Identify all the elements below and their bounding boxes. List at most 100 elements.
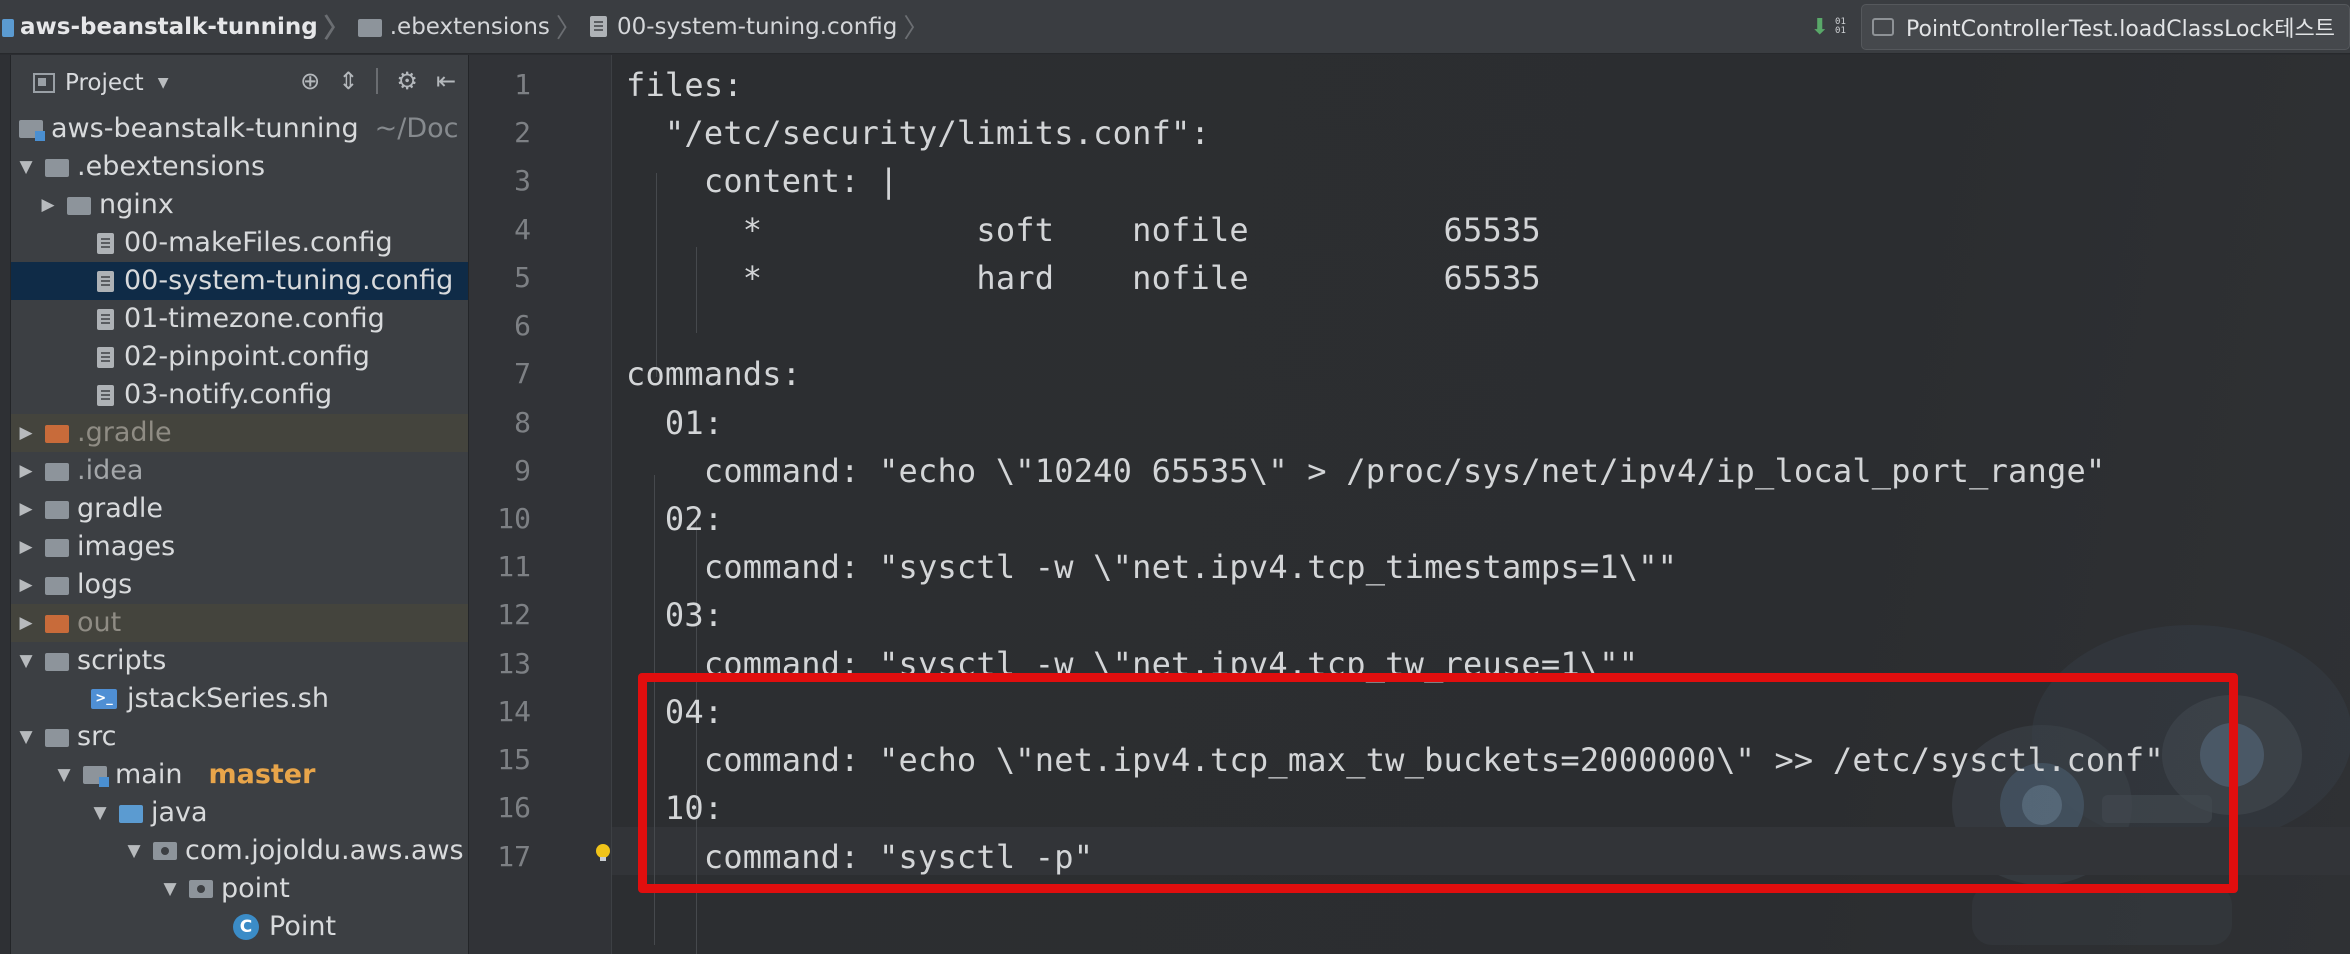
tree-item-point-package[interactable]: ▼ point bbox=[11, 870, 468, 908]
folder-icon bbox=[45, 653, 69, 671]
tree-item-label: gradle bbox=[77, 493, 164, 524]
project-panel-header: Project ▼ ⊕ ⇕ ⚙ ⇤ bbox=[11, 55, 468, 110]
expand-right-icon[interactable]: ▶ bbox=[15, 528, 37, 566]
code-line[interactable]: command: "echo \"10240 65535\" > /proc/s… bbox=[626, 447, 2105, 495]
binary-icon: 0101 bbox=[1835, 17, 1846, 36]
module-icon bbox=[19, 120, 45, 141]
expand-down-icon[interactable]: ▼ bbox=[15, 148, 37, 186]
expand-down-icon[interactable]: ▼ bbox=[123, 832, 145, 870]
chevron-right-icon: 〉 bbox=[323, 14, 350, 44]
tree-item-src[interactable]: ▼ src bbox=[11, 718, 468, 756]
run-configuration-selector[interactable]: PointControllerTest.loadClassLock테스트 bbox=[1861, 4, 2350, 50]
collapse-all-icon[interactable]: ⇕ bbox=[338, 67, 358, 95]
code-editor[interactable]: files: "/etc/security/limits.conf": cont… bbox=[612, 55, 2350, 954]
tree-item-main[interactable]: ▼ main master bbox=[11, 756, 468, 794]
tree-item-logs[interactable]: ▶ logs bbox=[11, 566, 468, 604]
line-number: 11 bbox=[497, 550, 531, 584]
tree-item-project-root[interactable]: aws-beanstalk-tunning ~/Doc bbox=[11, 110, 468, 148]
caret-down-icon[interactable]: ▼ bbox=[158, 75, 169, 91]
line-number: 9 bbox=[514, 453, 531, 487]
tree-item-file[interactable]: 01-timezone.config bbox=[11, 300, 468, 338]
tree-item-label: aws-beanstalk-tunning bbox=[51, 113, 359, 144]
tree-item-file[interactable]: 02-pinpoint.config bbox=[11, 338, 468, 376]
line-number: 4 bbox=[514, 212, 531, 246]
project-folder-icon bbox=[2, 18, 14, 37]
line-number: 3 bbox=[514, 164, 531, 198]
line-number: 5 bbox=[514, 260, 531, 294]
package-icon bbox=[153, 842, 177, 860]
tree-item-idea[interactable]: ▶ .idea bbox=[11, 452, 468, 490]
tree-item-gradle-cache[interactable]: ▶ .gradle bbox=[11, 414, 468, 452]
tree-item-gradle[interactable]: ▶ gradle bbox=[11, 490, 468, 528]
line-number: 14 bbox=[497, 694, 531, 728]
tree-item-nginx[interactable]: ▶ nginx bbox=[11, 186, 468, 224]
code-line[interactable]: commands: bbox=[626, 350, 801, 398]
tree-item-shell-script[interactable]: >_ jstackSeries.sh bbox=[11, 680, 468, 718]
tree-item-file[interactable]: 03-notify.config bbox=[11, 376, 468, 414]
code-line[interactable]: command: "sysctl -w \"net.ipv4.tcp_times… bbox=[626, 543, 1677, 591]
test-download-icon[interactable]: ⬇ bbox=[1811, 15, 1829, 40]
code-line[interactable]: 01: bbox=[626, 399, 723, 447]
run-config-area: ⬇ 0101 PointControllerTest.loadClassLock… bbox=[1811, 0, 2350, 54]
line-number: 16 bbox=[497, 791, 531, 825]
breadcrumb-project-label: aws-beanstalk-tunning bbox=[20, 13, 318, 40]
breadcrumb-folder-label: .ebextensions bbox=[389, 13, 550, 40]
tree-item-ebextensions[interactable]: ▼ .ebextensions bbox=[11, 148, 468, 186]
tree-item-file-selected[interactable]: 00-system-tuning.config bbox=[11, 262, 468, 300]
hide-panel-icon[interactable]: ⇤ bbox=[436, 67, 456, 95]
tree-item-package[interactable]: ▼ com.jojoldu.aws.aws bbox=[11, 832, 468, 870]
tree-item-label: 01-timezone.config bbox=[124, 303, 385, 334]
chevron-right-icon: 〉 bbox=[903, 14, 930, 44]
expand-down-icon[interactable]: ▼ bbox=[15, 642, 37, 680]
expand-right-icon[interactable]: ▶ bbox=[15, 414, 37, 452]
code-line[interactable]: * soft nofile 65535 bbox=[626, 206, 1541, 254]
config-file-icon bbox=[97, 270, 114, 292]
expand-right-icon[interactable]: ▶ bbox=[15, 490, 37, 528]
expand-right-icon[interactable]: ▶ bbox=[15, 452, 37, 490]
folder-icon bbox=[357, 18, 382, 37]
tree-item-file[interactable]: 00-makeFiles.config bbox=[11, 224, 468, 262]
project-view-selector[interactable]: Project bbox=[65, 70, 144, 96]
code-line[interactable]: * hard nofile 65535 bbox=[626, 254, 1541, 302]
expand-down-icon[interactable]: ▼ bbox=[159, 870, 181, 908]
code-line[interactable]: "/etc/security/limits.conf": bbox=[626, 109, 1210, 157]
code-line[interactable]: 02: bbox=[626, 495, 723, 543]
tree-item-label: src bbox=[77, 721, 117, 752]
class-icon: C bbox=[233, 914, 259, 940]
expand-right-icon[interactable]: ▶ bbox=[15, 604, 37, 642]
tree-item-out[interactable]: ▶ out bbox=[11, 604, 468, 642]
expand-right-icon[interactable]: ▶ bbox=[15, 566, 37, 604]
intention-lightbulb-icon[interactable] bbox=[594, 843, 612, 863]
tree-item-label: jstackSeries.sh bbox=[127, 683, 329, 714]
tree-item-class[interactable]: C Point bbox=[11, 908, 468, 946]
project-panel: Project ▼ ⊕ ⇕ ⚙ ⇤ aws-beanstalk-tunning … bbox=[11, 55, 469, 954]
chevron-right-icon: 〉 bbox=[555, 14, 582, 44]
code-line[interactable]: content: | bbox=[626, 157, 899, 205]
tree-item-java[interactable]: ▼ java bbox=[11, 794, 468, 832]
config-file-icon bbox=[97, 308, 114, 330]
breadcrumb-project[interactable]: aws-beanstalk-tunning 〉 bbox=[0, 0, 358, 54]
line-number: 15 bbox=[497, 743, 531, 777]
code-line[interactable]: files: bbox=[626, 61, 743, 109]
line-number: 17 bbox=[497, 839, 531, 873]
expand-down-icon[interactable]: ▼ bbox=[53, 756, 75, 794]
locate-file-icon[interactable]: ⊕ bbox=[300, 67, 320, 95]
breadcrumb-file[interactable]: 00-system-tuning.config 〉 bbox=[589, 0, 937, 54]
breadcrumb-ebextensions[interactable]: .ebextensions 〉 bbox=[357, 0, 590, 54]
expand-down-icon[interactable]: ▼ bbox=[89, 794, 111, 832]
config-file-icon bbox=[97, 346, 114, 368]
line-number: 8 bbox=[514, 405, 531, 439]
line-number: 2 bbox=[514, 116, 531, 150]
tree-item-scripts[interactable]: ▼ scripts bbox=[11, 642, 468, 680]
line-number: 1 bbox=[514, 68, 531, 101]
expand-down-icon[interactable]: ▼ bbox=[15, 718, 37, 756]
expand-right-icon[interactable]: ▶ bbox=[37, 186, 59, 224]
folder-icon bbox=[67, 197, 91, 215]
folder-icon bbox=[45, 539, 69, 557]
code-line[interactable]: 03: bbox=[626, 591, 723, 639]
tree-item-images[interactable]: ▶ images bbox=[11, 528, 468, 566]
gear-icon[interactable]: ⚙ bbox=[396, 67, 418, 95]
tree-item-label: point bbox=[221, 873, 290, 904]
project-panel-tools: ⊕ ⇕ ⚙ ⇤ bbox=[300, 67, 456, 95]
excluded-folder-icon bbox=[45, 615, 69, 633]
